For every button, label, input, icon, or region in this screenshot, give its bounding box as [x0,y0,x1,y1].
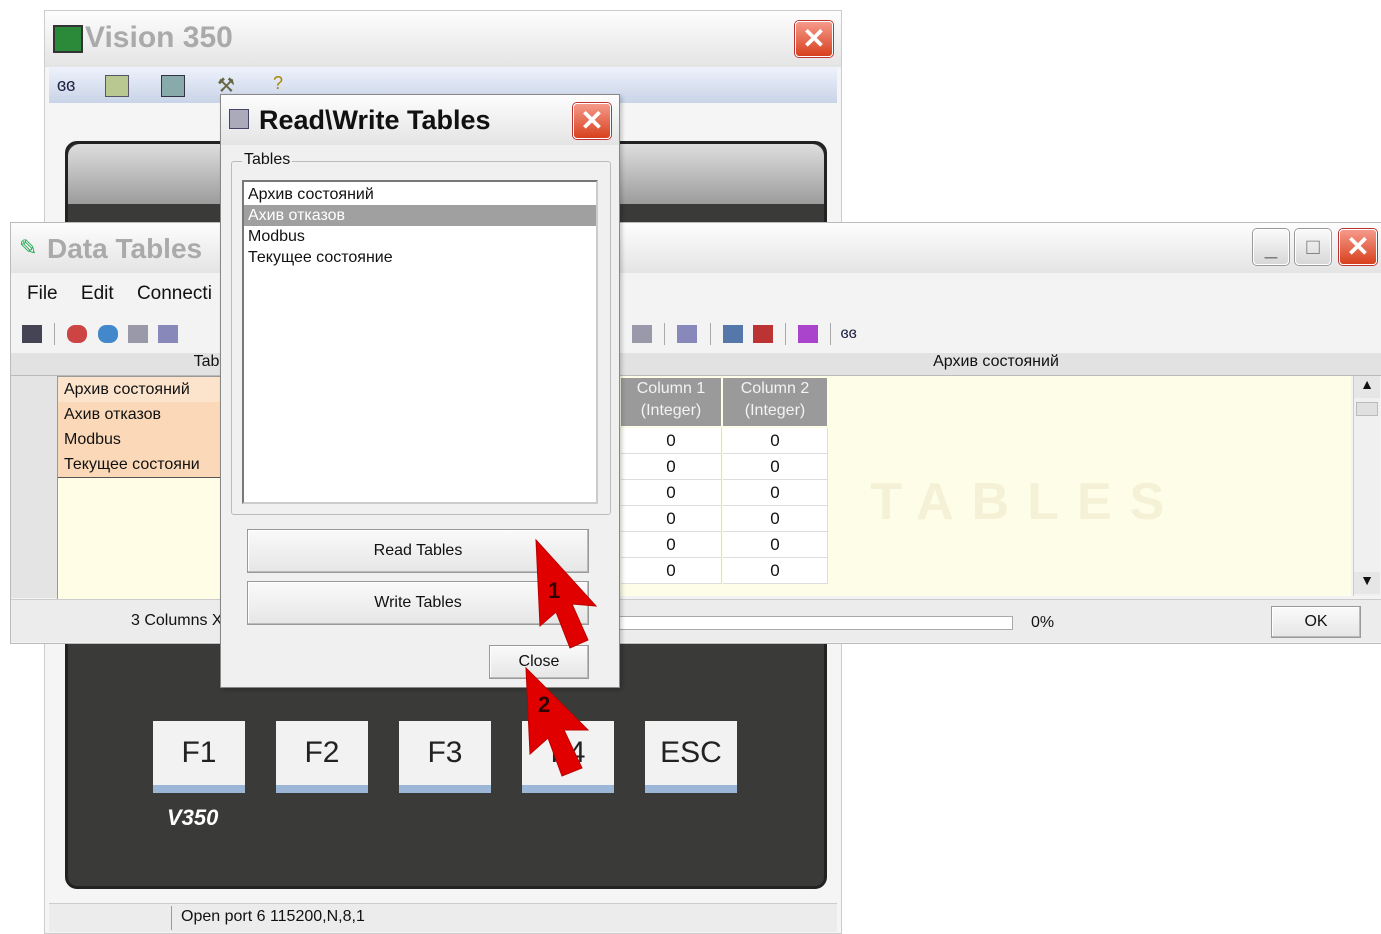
annotation-arrows: 1 2 [525,538,598,777]
arrow-1 [535,538,598,649]
arrow-1-label: 1 [548,578,560,603]
arrow-2-label: 2 [538,692,550,717]
arrow-2 [525,666,590,777]
